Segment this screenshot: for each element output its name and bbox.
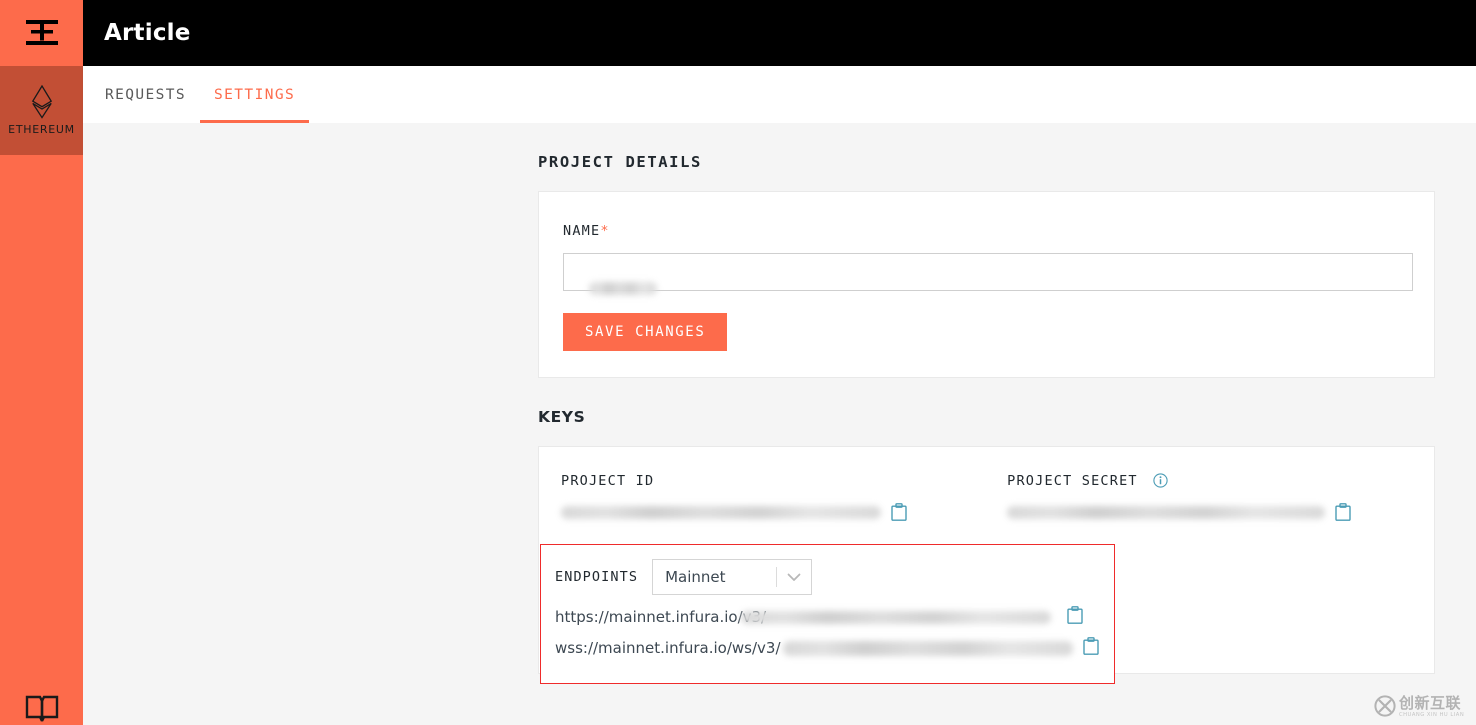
sidebar-item-ethereum-label: ETHEREUM [8, 123, 75, 136]
watermark: 创新互联 CHUANG XIN HU LIAN [1370, 690, 1476, 725]
ethereum-diamond-icon [31, 84, 53, 119]
endpoint-https-key-redacted [741, 611, 1051, 624]
clipboard-copy-icon[interactable] [1067, 606, 1083, 624]
chevron-down-icon[interactable] [777, 573, 811, 582]
infura-logo-glyph [25, 20, 58, 45]
tab-requests[interactable]: REQUESTS [91, 66, 200, 123]
sidebar: ETHEREUM [0, 0, 83, 725]
sidebar-item-ethereum[interactable]: ETHEREUM [0, 66, 83, 155]
project-secret-value-row [1007, 503, 1410, 521]
keys-grid: PROJECT ID PROJECT SECRET [561, 473, 1410, 521]
project-id-group: PROJECT ID [561, 473, 985, 521]
endpoints-label: ENDPOINTS [555, 569, 639, 585]
endpoint-wss-url: wss://mainnet.infura.io/ws/v3/ [555, 639, 781, 657]
required-marker: * [600, 223, 610, 239]
top-header: Article [83, 0, 1476, 66]
clipboard-copy-icon[interactable] [1335, 503, 1351, 521]
keys-heading: KEYS [538, 408, 586, 426]
tab-bar: REQUESTS SETTINGS [83, 66, 1476, 123]
watermark-text: 创新互联 CHUANG XIN HU LIAN [1399, 696, 1464, 718]
clipboard-copy-icon[interactable] [1083, 637, 1099, 655]
endpoints-row: ENDPOINTS Mainnet [555, 559, 1100, 595]
project-details-card: NAME* SAVE CHANGES [538, 191, 1435, 378]
project-secret-group: PROJECT SECRET [985, 473, 1410, 521]
project-details-heading: PROJECT DETAILS [538, 153, 702, 171]
infura-logo-icon[interactable] [0, 0, 83, 66]
project-secret-label: PROJECT SECRET [1007, 473, 1410, 489]
project-secret-label-text: PROJECT SECRET [1007, 473, 1138, 489]
project-id-label: PROJECT ID [561, 473, 655, 489]
project-id-value-redacted [561, 505, 881, 519]
save-changes-button[interactable]: SAVE CHANGES [563, 313, 728, 351]
info-circle-icon[interactable] [1153, 473, 1168, 488]
endpoint-https-row: https://mainnet.infura.io/v3/ [555, 606, 1100, 626]
endpoints-highlight-box: ENDPOINTS Mainnet https://mainnet.infura… [540, 544, 1115, 684]
watermark-x-logo-icon [1374, 694, 1396, 721]
name-input[interactable] [563, 253, 1413, 291]
network-select[interactable]: Mainnet [652, 559, 813, 595]
project-id-value-row [561, 503, 985, 521]
settings-content: PROJECT DETAILS NAME* SAVE CHANGES KEYS [538, 123, 1438, 684]
endpoint-https-url: https://mainnet.infura.io/v3/ [555, 608, 767, 626]
endpoint-wss-row: wss://mainnet.infura.io/ws/v3/ [555, 637, 1100, 657]
watermark-cn-text: 创新互联 [1399, 694, 1462, 713]
sidebar-item-docs[interactable] [0, 695, 83, 725]
app-root: ETHEREUM Article REQUESTS SETTINGS PROJE… [0, 0, 1476, 725]
name-label-text: NAME [563, 223, 601, 239]
name-value-redacted [589, 282, 657, 295]
project-secret-value-redacted [1007, 505, 1326, 519]
book-docs-icon [25, 695, 59, 725]
watermark-pinyin-text: CHUANG XIN HU LIAN [1399, 712, 1465, 719]
tab-settings[interactable]: SETTINGS [200, 66, 310, 123]
project-details-body: NAME* [563, 220, 1413, 295]
keys-card: PROJECT ID PROJECT SECRET ENDPOINTS Main… [538, 446, 1435, 684]
network-select-value: Mainnet [665, 568, 726, 586]
settings-panel: PROJECT DETAILS NAME* SAVE CHANGES KEYS [83, 123, 1476, 725]
clipboard-copy-icon[interactable] [891, 503, 907, 521]
endpoint-wss-key-redacted [783, 641, 1073, 656]
name-field-label: NAME* [563, 223, 610, 239]
page-title: Article [104, 20, 191, 46]
